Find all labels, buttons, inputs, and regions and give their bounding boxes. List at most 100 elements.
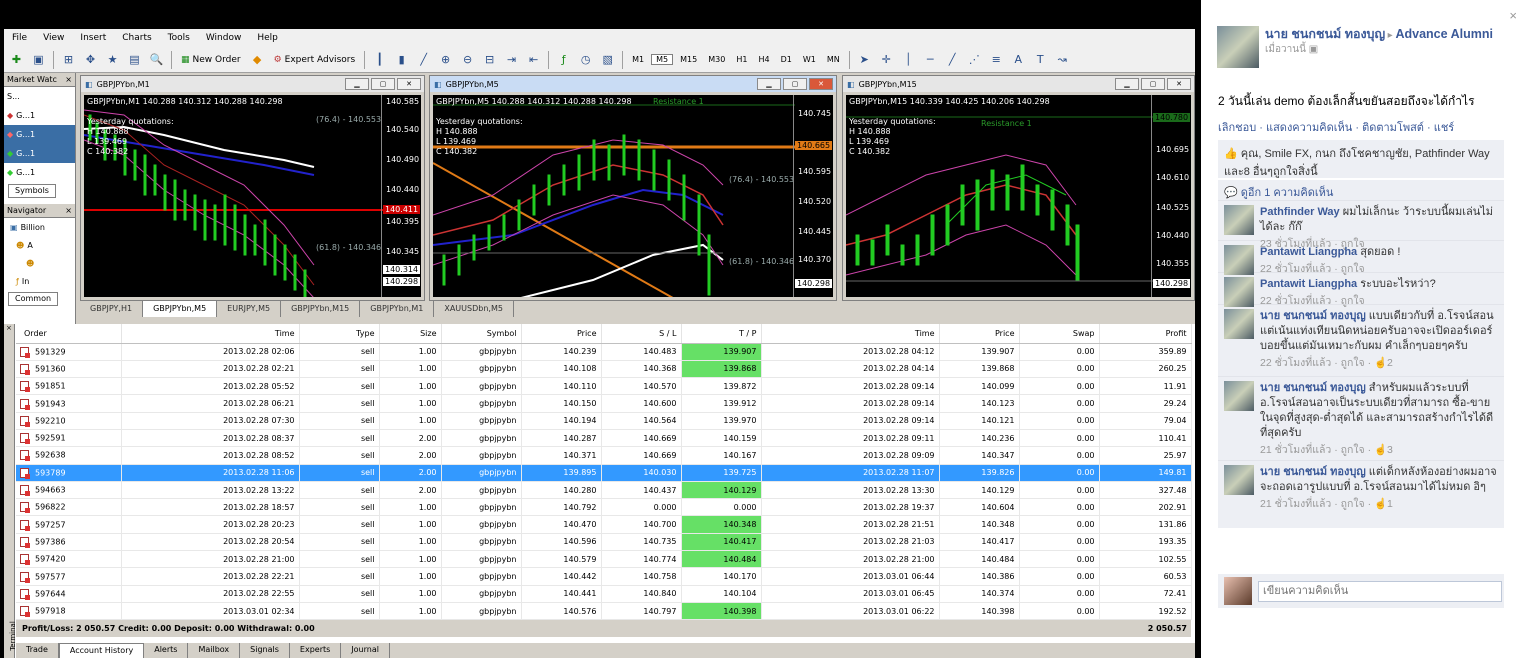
minimize-button[interactable]: ▁ [1115, 78, 1139, 90]
column-header[interactable]: Symbol [441, 324, 522, 344]
table-row[interactable]: 597918 2013.03.01 02:34 sell 1.00 gbpjpybn 14… [16, 602, 1192, 621]
table-row[interactable]: 596822 2013.02.28 18:57 sell 1.00 gbpjpybn 14… [16, 498, 1192, 517]
table-row[interactable]: 592210 2013.02.28 07:30 sell 1.00 gbpjpybn 14… [16, 412, 1192, 430]
maximize-button[interactable]: ▢ [371, 78, 395, 90]
comment-author[interactable]: นาย ชนกชนม์ ทองบุญ [1260, 310, 1366, 322]
data-window-icon[interactable]: ✥ [81, 50, 100, 69]
close-icon[interactable]: × [1509, 8, 1517, 23]
avatar[interactable] [1224, 245, 1254, 275]
chart-tab[interactable]: GBPJPYbn,M5 [143, 301, 218, 317]
avatar[interactable] [1224, 309, 1254, 339]
common-tab[interactable]: Common [8, 292, 59, 306]
navigator-item[interactable]: ☻ A [4, 236, 75, 254]
tile-windows-icon[interactable]: ⊟ [480, 50, 499, 69]
cursor-icon[interactable]: ➤ [855, 50, 874, 69]
timeframe-h4[interactable]: H4 [754, 55, 773, 64]
menu-window[interactable]: Window [198, 33, 250, 43]
column-header[interactable]: T / P [681, 324, 762, 344]
market-watch-icon[interactable]: ⊞ [59, 50, 78, 69]
fibonacci-icon[interactable]: ≡ [987, 50, 1006, 69]
channel-icon[interactable]: ⋰ [965, 50, 984, 69]
chart-tab[interactable]: GBPJPYbn,M1 [360, 301, 435, 317]
avatar[interactable] [1217, 26, 1259, 68]
menu-insert[interactable]: Insert [72, 33, 114, 43]
expert-advisors-button[interactable]: ⚙ Expert Advisors [270, 50, 360, 70]
column-header[interactable]: Swap [1019, 324, 1100, 344]
market-watch-row[interactable]: ◆ G...1 [4, 106, 75, 125]
minimize-button[interactable]: ▁ [345, 78, 369, 90]
avatar[interactable] [1224, 277, 1254, 307]
navigator-item[interactable]: ƒ In [4, 272, 75, 290]
minimize-button[interactable]: ▁ [757, 78, 781, 90]
profiles-icon[interactable]: ▣ [29, 50, 48, 69]
table-row[interactable]: 597420 2013.02.28 21:00 sell 1.00 gbpjpybn 14… [16, 550, 1192, 569]
comment-author[interactable]: นาย ชนกชนม์ ทองบุญ [1260, 466, 1366, 478]
vertical-line-icon[interactable]: │ [899, 50, 918, 69]
metaeditor-icon[interactable]: ◆ [248, 50, 267, 69]
templates-icon[interactable]: ▧ [598, 50, 617, 69]
tab-journal[interactable]: Journal [341, 643, 390, 658]
chart-canvas[interactable]: GBPJPYbn,M1 140.288 140.312 140.288 140.… [84, 95, 421, 297]
table-row[interactable]: 593789 2013.02.28 11:06 sell 2.00 gbpjpybn 13… [16, 464, 1192, 482]
terminal-icon[interactable]: ▤ [125, 50, 144, 69]
tab-alerts[interactable]: Alerts [144, 643, 189, 658]
close-icon[interactable]: × [65, 73, 72, 87]
strategy-tester-icon[interactable]: 🔍 [147, 50, 166, 69]
column-header[interactable]: Type [299, 324, 380, 344]
table-row[interactable]: 591329 2013.02.28 02:06 sell 1.00 gbpjpybn 14… [16, 343, 1192, 361]
chart-tab[interactable]: GBPJPY,H1 [80, 301, 144, 317]
column-header[interactable]: Time [761, 324, 940, 344]
chart-canvas[interactable]: GBPJPYbn,M5 140.288 140.312 140.288 140.… [433, 95, 833, 297]
chart-tab[interactable]: EURJPY,M5 [217, 301, 282, 317]
comment-meta[interactable]: 22 ชั่วโมงที่แล้ว · ถูกใจ [1260, 294, 1436, 309]
maximize-button[interactable]: ▢ [1141, 78, 1165, 90]
table-row[interactable]: 597577 2013.02.28 22:21 sell 1.00 gbpjpybn 14… [16, 567, 1192, 586]
menu-tools[interactable]: Tools [160, 33, 198, 43]
column-header[interactable]: Profit [1099, 324, 1192, 344]
timeframe-mn[interactable]: MN [823, 55, 844, 64]
menu-file[interactable]: File [4, 33, 35, 43]
chart-tab[interactable]: GBPJPYbn,M15 [281, 301, 361, 317]
column-header[interactable]: Size [379, 324, 442, 344]
tab-mailbox[interactable]: Mailbox [188, 643, 241, 658]
market-watch-row[interactable]: ◆ G...1 [4, 163, 75, 182]
column-header[interactable]: S / L [601, 324, 682, 344]
table-row[interactable]: 594663 2013.02.28 13:22 sell 2.00 gbpjpybn 14… [16, 481, 1192, 500]
table-row[interactable]: 597644 2013.02.28 22:55 sell 1.00 gbpjpybn 14… [16, 585, 1192, 603]
close-icon[interactable]: × [65, 204, 72, 218]
view-more-comments[interactable]: 💬 ดูอีก 1 ความคิดเห็น [1218, 180, 1504, 200]
text-label-icon[interactable]: T [1031, 50, 1050, 69]
timeframe-w1[interactable]: W1 [799, 55, 820, 64]
chart-window-m15[interactable]: ◧ GBPJPYbn,M15 ▁ ▢ ✕ GBPJPYbn,M15 140.33… [842, 75, 1195, 301]
column-header[interactable]: Price [521, 324, 602, 344]
comment-meta[interactable]: 21 ชั่วโมงที่แล้ว · ถูกใจ · ☝3 [1260, 443, 1498, 458]
horizontal-line-icon[interactable]: ─ [921, 50, 940, 69]
chart-shift-icon[interactable]: ⇤ [524, 50, 543, 69]
candlestick-icon[interactable]: ▮ [392, 50, 411, 69]
zoom-out-icon[interactable]: ⊖ [458, 50, 477, 69]
navigator-item[interactable]: ☻ [4, 254, 75, 272]
line-chart-icon[interactable]: ╱ [414, 50, 433, 69]
post-time[interactable]: เมื่อวานนี้ [1265, 44, 1306, 55]
periods-icon[interactable]: ◷ [576, 50, 595, 69]
chart-window-m5[interactable]: ◧ GBPJPYbn,M5 ▁ ▢ ✕ GBPJPYbn,M5 140.288 … [429, 75, 837, 301]
arrows-icon[interactable]: ↝ [1053, 50, 1072, 69]
comment-author[interactable]: Pantawit Liangpha [1260, 246, 1357, 258]
likes-text[interactable]: คุณ, Smile FX, กนก ถึงโชคชาญชัย, Pathfin… [1224, 148, 1490, 178]
column-header[interactable]: Order [16, 324, 122, 344]
trendline-icon[interactable]: ╱ [943, 50, 962, 69]
market-watch-row[interactable]: ◆ G...1 [4, 125, 75, 144]
post-actions[interactable]: เลิกชอบ · แสดงความคิดเห็น · ติดตามโพสต์ … [1218, 118, 1454, 136]
table-row[interactable]: 592638 2013.02.28 08:52 sell 2.00 gbpjpybn 14… [16, 446, 1192, 465]
comment-input[interactable] [1258, 580, 1502, 602]
market-watch-row[interactable]: ◆ G...1 [4, 144, 75, 163]
comment-author[interactable]: Pathfinder Way [1260, 206, 1340, 218]
close-button[interactable]: ✕ [397, 78, 421, 90]
timeframe-d1[interactable]: D1 [777, 55, 796, 64]
menu-view[interactable]: View [35, 33, 72, 43]
close-button[interactable]: ✕ [1167, 78, 1191, 90]
comment-meta[interactable]: 21 ชั่วโมงที่แล้ว · ถูกใจ · ☝1 [1260, 497, 1498, 512]
chart-tab[interactable]: XAUUSDbn,M5 [434, 301, 514, 317]
table-row[interactable]: 597257 2013.02.28 20:23 sell 1.00 gbpjpybn 14… [16, 515, 1192, 534]
indicators-icon[interactable]: ƒ [554, 50, 573, 69]
